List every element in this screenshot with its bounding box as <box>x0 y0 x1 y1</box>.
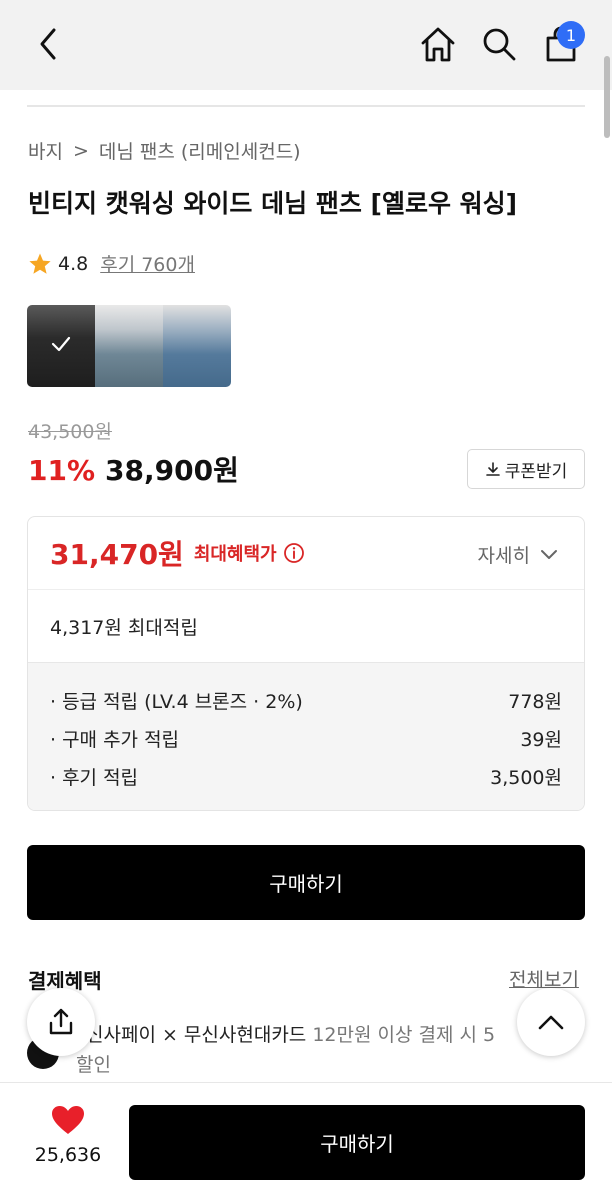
payment-benefit-text-line2: 할인 <box>76 1054 111 1076</box>
divider <box>27 105 585 107</box>
points-row-label: · 등급 적립 (LV.4 브론즈 · 2%) <box>50 691 303 713</box>
share-icon <box>49 1008 73 1035</box>
search-button[interactable] <box>477 22 521 66</box>
bottom-buy-button[interactable]: 구매하기 <box>129 1105 585 1180</box>
payment-benefit-sub: 12만원 이상 결제 시 5 <box>306 1024 496 1046</box>
chevron-down-icon <box>541 549 557 559</box>
home-button[interactable] <box>416 22 460 66</box>
color-options <box>27 305 231 387</box>
info-icon[interactable] <box>283 542 305 564</box>
cart-count-badge: 1 <box>557 21 585 49</box>
breadcrumb: 바지 > 데님 팬츠 (리메인세컨드) <box>28 137 301 164</box>
max-points: 4,317원 최대적립 <box>50 617 198 639</box>
heart-icon <box>52 1106 84 1134</box>
top-app-bar: 1 <box>0 0 612 90</box>
payment-benefit-main: 신사페이 × 무신사현대카드 <box>86 1024 307 1046</box>
chevron-up-icon <box>538 1015 564 1030</box>
points-row-value: 39원 <box>520 729 562 751</box>
points-row-value: 778원 <box>508 691 562 713</box>
max-benefit-price: 31,470원 <box>50 538 184 571</box>
like-count: 25,636 <box>34 1144 102 1166</box>
points-detail: · 등급 적립 (LV.4 브론즈 · 2%) 778원 · 구매 추가 적립 … <box>28 662 584 810</box>
points-row: · 후기 적립 3,500원 <box>50 763 562 790</box>
rating-score: 4.8 <box>58 252 89 275</box>
download-icon <box>485 462 500 476</box>
buy-button[interactable]: 구매하기 <box>27 845 585 920</box>
back-button[interactable] <box>26 22 70 66</box>
chevron-left-icon <box>40 28 56 60</box>
reviews-link[interactable]: 후기 760개 <box>100 250 195 277</box>
points-row: · 등급 적립 (LV.4 브론즈 · 2%) 778원 <box>50 687 562 714</box>
color-option-thumbnail[interactable] <box>27 305 95 387</box>
points-row-label: · 구매 추가 적립 <box>50 729 180 751</box>
breadcrumb-subcategory[interactable]: 데님 팬츠 (리메인세컨드) <box>99 137 301 164</box>
sale-price: 38,900원 <box>105 454 239 487</box>
points-row-label: · 후기 적립 <box>50 767 139 789</box>
price-row: 11% 38,900원 <box>28 449 239 489</box>
coupon-label: 쿠폰받기 <box>504 461 568 481</box>
detail-label: 자세히 <box>477 545 530 567</box>
scrollbar[interactable] <box>604 56 610 138</box>
breadcrumb-category[interactable]: 바지 <box>28 137 63 164</box>
rating: 4.8 후기 760개 <box>28 250 195 277</box>
discount-rate: 11% <box>28 454 96 487</box>
share-button[interactable] <box>27 988 95 1056</box>
like-button[interactable]: 25,636 <box>26 1104 110 1166</box>
star-icon <box>29 253 51 274</box>
breadcrumb-separator: > <box>72 139 89 162</box>
scroll-to-top-button[interactable] <box>517 988 585 1056</box>
divider <box>28 589 584 590</box>
detail-toggle[interactable]: 자세히 <box>478 541 558 568</box>
product-title: 빈티지 캣워싱 와이드 데님 팬츠 [옐로우 워싱] <box>28 189 518 218</box>
coupon-button[interactable]: 쿠폰받기 <box>467 449 585 489</box>
max-benefit-label: 최대혜택가 <box>193 544 277 565</box>
benefit-box: 31,470원 최대혜택가 자세히 4,317원 최대적립 · 등급 적립 (L… <box>27 516 585 811</box>
payment-benefit-text: 신사페이 × 무신사현대카드 12만원 이상 결제 시 5 <box>86 1020 526 1047</box>
search-icon <box>483 28 516 61</box>
color-option-thumbnail[interactable] <box>95 305 163 387</box>
original-price: 43,500원 <box>28 421 112 443</box>
points-row: · 구매 추가 적립 39원 <box>50 725 562 752</box>
color-option-thumbnail[interactable] <box>163 305 231 387</box>
points-row-value: 3,500원 <box>490 767 562 789</box>
check-icon <box>51 336 71 352</box>
home-icon <box>421 27 455 62</box>
